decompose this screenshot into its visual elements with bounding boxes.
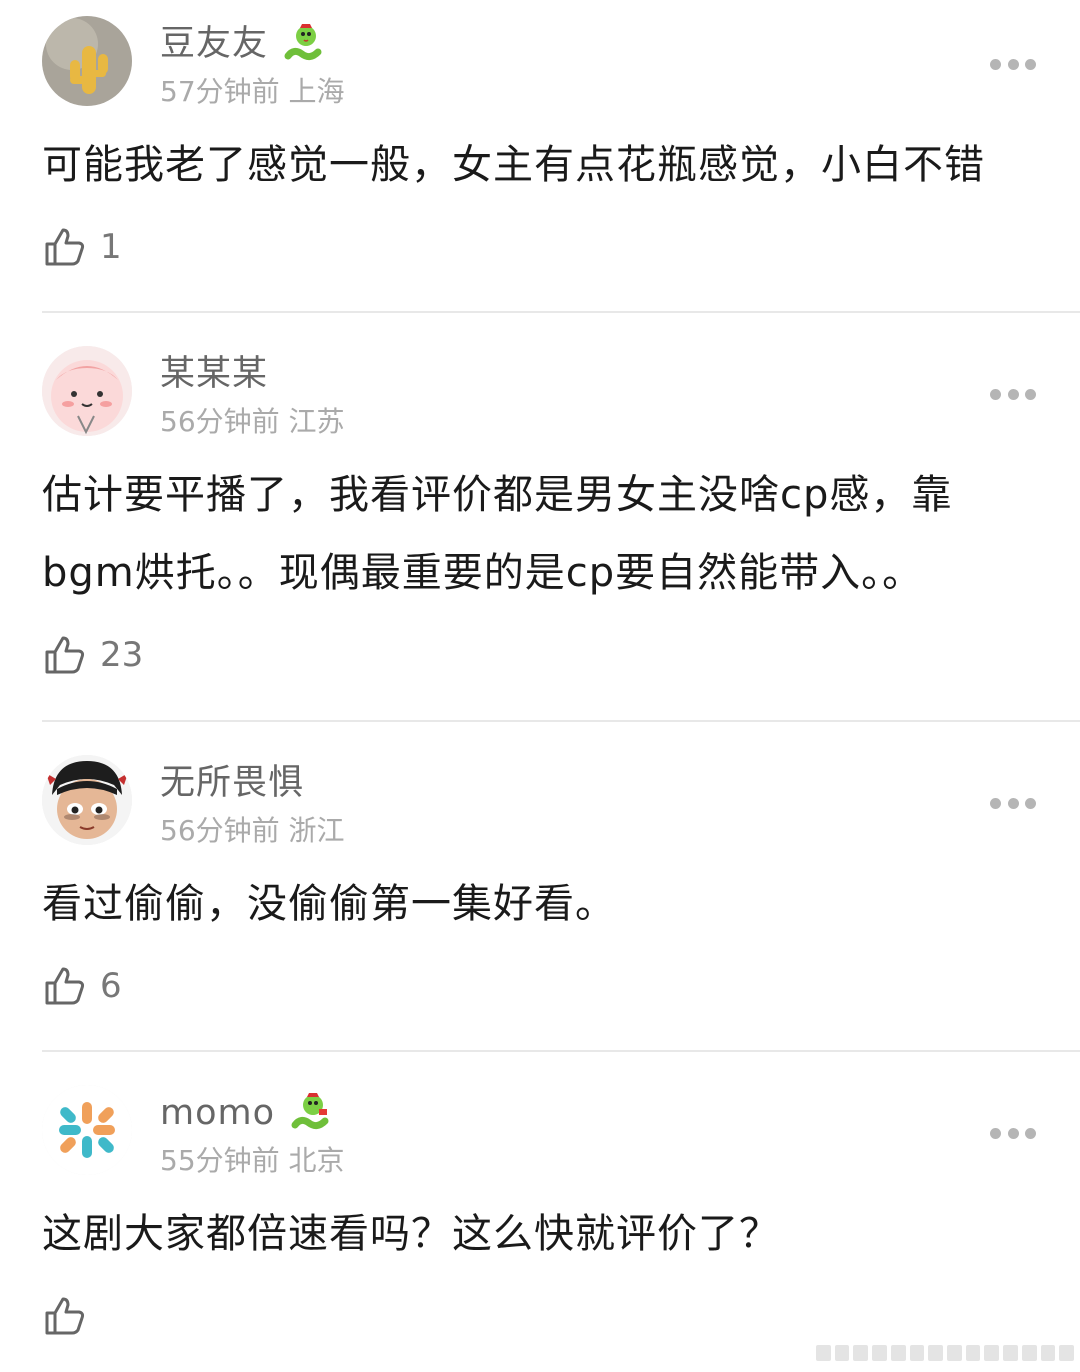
comment-location: 北京 xyxy=(288,1144,345,1177)
comment-meta: 56分钟前 浙江 xyxy=(160,813,345,849)
comment-time: 56分钟前 xyxy=(160,405,280,438)
comment-location: 浙江 xyxy=(288,814,345,847)
cartoon-kid-avatar-icon xyxy=(42,755,132,845)
snake-badge-icon xyxy=(284,24,322,61)
comment-time: 57分钟前 xyxy=(160,75,280,108)
avatar[interactable] xyxy=(42,16,132,106)
comment-time: 55分钟前 xyxy=(160,1144,280,1177)
like-button[interactable]: 23 xyxy=(44,610,244,700)
avatar[interactable] xyxy=(42,1085,132,1175)
username[interactable]: 无所畏惧 xyxy=(160,761,304,805)
thumbs-up-icon xyxy=(45,636,85,674)
like-count: 23 xyxy=(100,635,144,675)
more-options-icon[interactable] xyxy=(990,1125,1036,1141)
comment-item: 豆友友 57分钟前 上海 可能我老了感觉一般，女主有点花瓶感觉，小白不错 1 xyxy=(0,0,1080,313)
comment-location: 上海 xyxy=(288,75,345,108)
avatar[interactable] xyxy=(42,346,132,436)
comment-time: 56分钟前 xyxy=(160,814,280,847)
snake-badge-icon xyxy=(291,1093,329,1130)
more-options-icon[interactable] xyxy=(990,795,1036,811)
avatar[interactable] xyxy=(42,755,132,845)
cactus-avatar-icon xyxy=(42,16,132,106)
username[interactable]: 豆友友 xyxy=(160,22,268,66)
comment-item: 无所畏惧 56分钟前 浙江 看过偷偷，没偷偷第一集好看。 6 xyxy=(0,739,1080,1052)
username[interactable]: 某某某 xyxy=(160,352,268,396)
more-options-icon[interactable] xyxy=(990,56,1036,72)
watermark xyxy=(816,1340,1075,1366)
comment-item: momo 55分钟前 北京 这剧大家都倍速看吗？这么快就评价了？ xyxy=(0,1069,1080,1372)
pattern-avatar-icon xyxy=(42,1085,132,1175)
comment-meta: 56分钟前 江苏 xyxy=(160,404,345,440)
divider xyxy=(42,1050,1080,1052)
comment-text: 可能我老了感觉一般，女主有点花瓶感觉，小白不错 xyxy=(42,142,985,188)
comment-location: 江苏 xyxy=(288,405,345,438)
comment-text: 估计要平播了，我看评价都是男女主没啥cp感，靠bgm烘托。。现偶最重要的是cp要… xyxy=(42,472,953,596)
pink-cartoon-avatar-icon xyxy=(42,346,132,436)
username[interactable]: momo xyxy=(160,1091,275,1135)
thumbs-up-icon xyxy=(45,967,85,1005)
like-button[interactable]: 6 xyxy=(44,941,244,1031)
like-button[interactable]: 1 xyxy=(44,202,244,292)
comment-text: 这剧大家都倍速看吗？这么快就评价了？ xyxy=(42,1211,780,1257)
comment-meta: 55分钟前 北京 xyxy=(160,1143,345,1179)
divider xyxy=(42,720,1080,722)
like-count: 1 xyxy=(100,227,122,267)
thumbs-up-icon xyxy=(45,1297,85,1335)
divider xyxy=(42,311,1080,313)
comment-meta: 57分钟前 上海 xyxy=(160,74,345,110)
comment-text: 看过偷偷，没偷偷第一集好看。 xyxy=(42,881,616,927)
like-count: 6 xyxy=(100,966,122,1006)
more-options-icon[interactable] xyxy=(990,386,1036,402)
like-button[interactable] xyxy=(44,1271,244,1361)
comment-item: 某某某 56分钟前 江苏 估计要平播了，我看评价都是男女主没啥cp感，靠bgm烘… xyxy=(0,330,1080,722)
thumbs-up-icon xyxy=(45,228,85,266)
